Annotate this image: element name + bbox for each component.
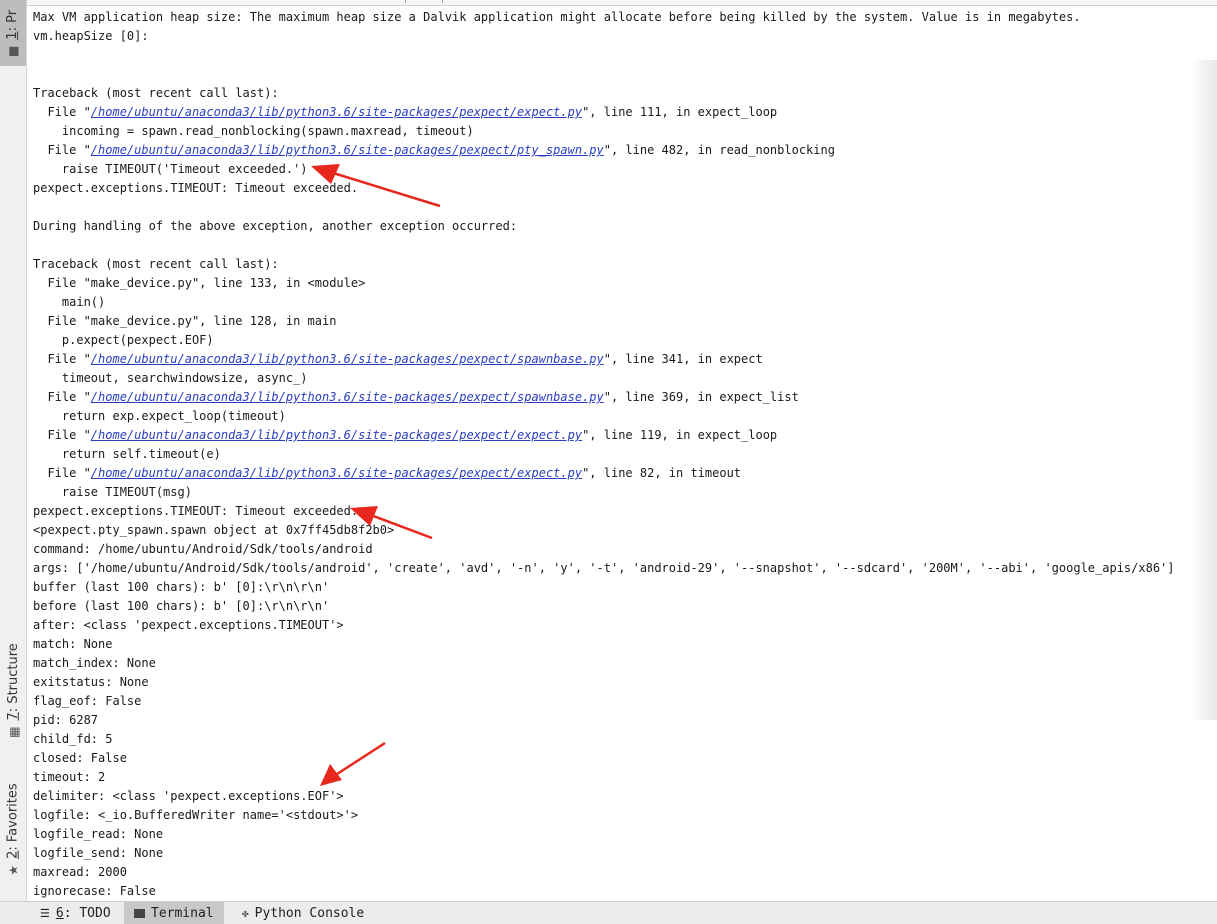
console-line: exitstatus: None [33, 675, 149, 689]
console-line-suffix: ", line 482, in read_nonblocking [603, 143, 835, 157]
console-line: During handling of the above exception, … [33, 219, 518, 233]
console-line: File "make_device.py", line 128, in main [33, 314, 337, 328]
console-line: return self.timeout(e) [33, 447, 221, 461]
console-line: File "make_device.py", line 133, in <mod… [33, 276, 366, 290]
side-tab-project-num: 1 [5, 30, 21, 40]
side-tab-project-label: : Pr [5, 9, 21, 31]
console-line: pid: 6287 [33, 713, 99, 727]
console-line: <pexpect.pty_spawn.spawn object at 0x7ff… [33, 523, 395, 537]
python-console-icon: ✤ [242, 906, 249, 920]
console-line-prefix: File " [33, 390, 91, 404]
console-line-suffix: ", line 119, in expect_loop [582, 428, 778, 442]
tab-todo[interactable]: ☰ 6: TODO [30, 902, 121, 924]
console-line: raise TIMEOUT(msg) [33, 485, 192, 499]
console-line: main() [33, 295, 106, 309]
file-path-link[interactable]: /home/ubuntu/anaconda3/lib/python3.6/sit… [91, 466, 582, 480]
list-icon: ☰ [40, 906, 50, 920]
console-line: args: ['/home/ubuntu/Android/Sdk/tools/a… [33, 561, 1175, 575]
structure-icon: ▦ [6, 725, 20, 738]
console-line: logfile: <_io.BufferedWriter name='<stdo… [33, 808, 359, 822]
console-line: buffer (last 100 chars): b' [0]:\r\n\r\n… [33, 580, 330, 594]
bottom-tool-bar: ☰ 6: TODO Terminal ✤ Python Console [0, 901, 1217, 924]
console-line: match: None [33, 637, 113, 651]
tab-terminal[interactable]: Terminal [124, 902, 224, 924]
tab-todo-num: 6 [55, 905, 64, 921]
file-path-link[interactable]: /home/ubuntu/anaconda3/lib/python3.6/sit… [91, 390, 604, 404]
file-path-link[interactable]: /home/ubuntu/anaconda3/lib/python3.6/sit… [91, 143, 604, 157]
star-icon: ★ [6, 864, 20, 876]
console-line: Traceback (most recent call last): [33, 257, 279, 271]
side-tab-favorites-num: 2 [5, 850, 21, 859]
console-line: logfile_send: None [33, 846, 164, 860]
tab-terminal-label: Terminal [151, 905, 214, 921]
console-line: delimiter: <class 'pexpect.exceptions.EO… [33, 789, 344, 803]
file-path-link[interactable]: /home/ubuntu/anaconda3/lib/python3.6/sit… [91, 105, 582, 119]
side-tab-structure[interactable]: ▦ 7: Structure [0, 630, 26, 750]
right-edge-shadow [1189, 60, 1217, 720]
console-line-prefix: File " [33, 466, 91, 480]
console-line-suffix: ", line 369, in expect_list [603, 390, 799, 404]
console-line: pexpect.exceptions.TIMEOUT: Timeout exce… [33, 181, 359, 195]
top-edge-handle [405, 0, 443, 3]
console-line-suffix: ", line 111, in expect_loop [582, 105, 778, 119]
console-line: logfile_read: None [33, 827, 164, 841]
console-line: raise TIMEOUT('Timeout exceeded.') [33, 162, 308, 176]
console-line-prefix: File " [33, 143, 91, 157]
console-line: child_fd: 5 [33, 732, 113, 746]
terminal-icon [134, 908, 145, 918]
top-edge [27, 0, 1217, 6]
console-output[interactable]: Max VM application heap size: The maximu… [33, 8, 1193, 901]
left-tool-strip: ■ 1: Pr ▦ 7: Structure ★ 2: Favorites [0, 0, 27, 901]
console-line: incoming = spawn.read_nonblocking(spawn.… [33, 124, 474, 138]
file-path-link[interactable]: /home/ubuntu/anaconda3/lib/python3.6/sit… [91, 428, 582, 442]
console-line-suffix: ", line 82, in timeout [582, 466, 742, 480]
console-line: closed: False [33, 751, 127, 765]
console-line: after: <class 'pexpect.exceptions.TIMEOU… [33, 618, 344, 632]
console-line: return exp.expect_loop(timeout) [33, 409, 286, 423]
side-tab-favorites[interactable]: ★ 2: Favorites [0, 768, 26, 890]
console-line-prefix: File " [33, 352, 91, 366]
tab-python-console-label: Python Console [254, 905, 365, 921]
console-line: pexpect.exceptions.TIMEOUT: Timeout exce… [33, 504, 359, 518]
folder-icon: ■ [6, 45, 20, 57]
console-line: command: /home/ubuntu/Android/Sdk/tools/… [33, 542, 373, 556]
tab-python-console[interactable]: ✤ Python Console [232, 902, 374, 924]
console-line: File "/home/ubuntu/anaconda3/lib/python3… [33, 350, 1193, 369]
console-line: File "/home/ubuntu/anaconda3/lib/python3… [33, 464, 1193, 483]
console-line-prefix: File " [33, 105, 91, 119]
console-line-suffix: ", line 341, in expect [603, 352, 763, 366]
console-line: File "/home/ubuntu/anaconda3/lib/python3… [33, 426, 1193, 445]
console-line: flag_eof: False [33, 694, 142, 708]
console-line: match_index: None [33, 656, 156, 670]
side-tab-project[interactable]: ■ 1: Pr [0, 0, 26, 66]
console-line: before (last 100 chars): b' [0]:\r\n\r\n… [33, 599, 330, 613]
tab-todo-label: : TODO [63, 905, 111, 921]
side-tab-structure-num: 7 [5, 711, 21, 720]
file-path-link[interactable]: /home/ubuntu/anaconda3/lib/python3.6/sit… [91, 352, 604, 366]
console-line: Traceback (most recent call last): [33, 86, 279, 100]
console-line: File "/home/ubuntu/anaconda3/lib/python3… [33, 141, 1193, 160]
side-tab-structure-label: : Structure [5, 642, 21, 712]
console-line: Max VM application heap size: The maximu… [33, 10, 1081, 24]
console-line: timeout: 2 [33, 770, 106, 784]
console-line-prefix: File " [33, 428, 91, 442]
console-line: maxread: 2000 [33, 865, 127, 879]
console-line: File "/home/ubuntu/anaconda3/lib/python3… [33, 388, 1193, 407]
console-line: timeout, searchwindowsize, async_) [33, 371, 308, 385]
side-tab-favorites-label: : Favorites [5, 782, 21, 851]
console-line: ignorecase: False [33, 884, 156, 898]
console-line: File "/home/ubuntu/anaconda3/lib/python3… [33, 103, 1193, 122]
console-line: vm.heapSize [0]: [33, 29, 149, 43]
console-line: p.expect(pexpect.EOF) [33, 333, 214, 347]
